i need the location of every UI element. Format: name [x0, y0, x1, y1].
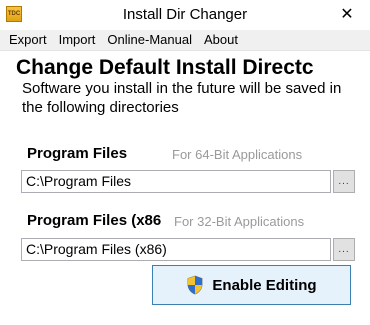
menu-online-manual[interactable]: Online-Manual [101, 30, 198, 50]
program-files-x86-label: Program Files (x86 [27, 212, 162, 229]
window-title: Install Dir Changer [122, 6, 248, 23]
page-title: Change Default Install Directc [16, 56, 314, 79]
program-files-hint: For 64-Bit Applications [172, 147, 303, 162]
program-files-label: Program Files [27, 145, 128, 162]
menu-import[interactable]: Import [53, 30, 102, 50]
page-subtitle: Software you install in the future will … [22, 80, 342, 116]
program-files-x86-browse-button[interactable]: ... [333, 238, 355, 261]
uac-shield-icon [188, 275, 203, 295]
program-files-browse-button[interactable]: ... [333, 170, 355, 193]
program-files-x86-input[interactable]: C:\Program Files (x86) [21, 238, 331, 261]
close-icon: ✕ [340, 6, 354, 23]
menu-bar: Export Import Online-Manual About [0, 30, 370, 51]
enable-editing-button[interactable]: Enable Editing [152, 265, 351, 305]
program-files-input[interactable]: C:\Program Files [21, 170, 331, 193]
close-button[interactable]: ✕ [324, 0, 370, 28]
enable-editing-label: Enable Editing [212, 276, 317, 294]
menu-export[interactable]: Export [0, 30, 53, 50]
program-files-x86-hint: For 32-Bit Applications [174, 214, 305, 229]
menu-about[interactable]: About [198, 30, 244, 50]
title-bar: TDC Install Dir Changer ✕ [0, 0, 370, 30]
